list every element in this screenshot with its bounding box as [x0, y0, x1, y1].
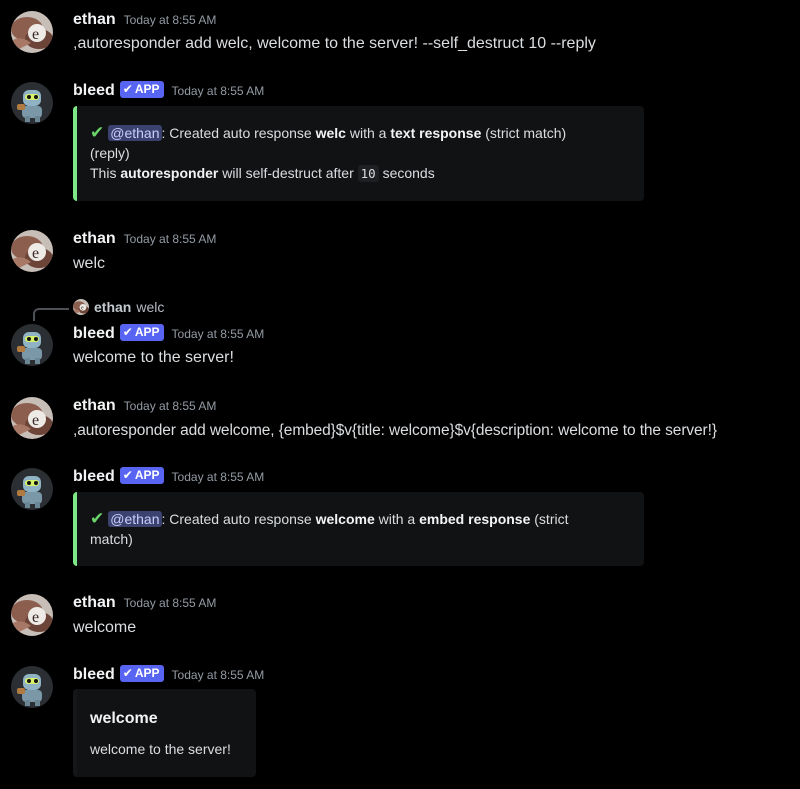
- message-header: bleed ✔ APP Today at 8:55 AM: [73, 81, 265, 100]
- message-header: ethan Today at 8:55 AM: [73, 594, 216, 612]
- inline-code: 10: [357, 165, 379, 182]
- timestamp: Today at 8:55 AM: [171, 84, 265, 98]
- username-ethan[interactable]: ethan: [73, 230, 116, 248]
- timestamp: Today at 8:55 AM: [123, 399, 217, 413]
- checkmark-icon: ✔: [90, 509, 105, 528]
- embed: ✔ @ethan: Created auto response welcome w…: [73, 492, 644, 566]
- message-text: ,autoresponder add welc, welcome to the …: [73, 35, 596, 52]
- verified-check-icon: ✔: [122, 82, 133, 96]
- username-bleed[interactable]: bleed: [73, 666, 115, 684]
- username-ethan[interactable]: ethan: [73, 11, 116, 29]
- avatar-ethan[interactable]: [11, 11, 53, 53]
- timestamp: Today at 8:55 AM: [123, 596, 217, 610]
- embed-description: welcome to the server!: [90, 741, 231, 757]
- message-text: welcome to the server!: [73, 349, 234, 366]
- avatar-ethan[interactable]: [11, 230, 53, 272]
- embed: ✔ @ethan: Created auto response welc with…: [73, 106, 644, 201]
- avatar-bleed[interactable]: [11, 324, 53, 366]
- message-header: bleed ✔ APP Today at 8:55 AM: [73, 324, 265, 343]
- verified-check-icon: ✔: [122, 468, 133, 482]
- message-header: ethan Today at 8:55 AM: [73, 11, 216, 29]
- embed-title: welcome: [90, 710, 158, 727]
- username-bleed[interactable]: bleed: [73, 325, 115, 343]
- app-badge: ✔ APP: [119, 665, 164, 682]
- avatar-ethan[interactable]: [11, 397, 53, 439]
- checkmark-icon: ✔: [90, 123, 105, 142]
- verified-check-icon: ✔: [122, 325, 133, 339]
- timestamp: Today at 8:55 AM: [123, 232, 217, 246]
- app-badge: ✔ APP: [119, 467, 164, 484]
- message-header: ethan Today at 8:55 AM: [73, 230, 216, 248]
- app-badge: ✔ APP: [119, 324, 164, 341]
- message-text: ,autoresponder add welcome, {embed}$v{ti…: [73, 422, 717, 439]
- user-mention[interactable]: @ethan: [108, 125, 162, 141]
- username-bleed[interactable]: bleed: [73, 468, 115, 486]
- reply-author: ethan: [94, 299, 132, 315]
- timestamp: Today at 8:55 AM: [171, 470, 265, 484]
- verified-check-icon: ✔: [122, 666, 133, 680]
- username-ethan[interactable]: ethan: [73, 594, 116, 612]
- avatar-bleed[interactable]: [11, 468, 53, 510]
- username-bleed[interactable]: bleed: [73, 82, 115, 100]
- reply-reference[interactable]: ethan welc: [73, 299, 164, 315]
- avatar-bleed[interactable]: [11, 82, 53, 124]
- timestamp: Today at 8:55 AM: [171, 327, 265, 341]
- username-ethan[interactable]: ethan: [73, 397, 116, 415]
- user-mention[interactable]: @ethan: [108, 511, 162, 527]
- reply-connector: [33, 308, 69, 321]
- message-text: welcome: [73, 619, 137, 636]
- embed: welcome welcome to the server!: [73, 689, 256, 777]
- message-header: bleed ✔ APP Today at 8:55 AM: [73, 665, 265, 684]
- message-header: bleed ✔ APP Today at 8:55 AM: [73, 467, 265, 486]
- avatar-bleed[interactable]: [11, 666, 53, 708]
- message-header: ethan Today at 8:55 AM: [73, 397, 216, 415]
- reply-avatar: [73, 299, 89, 315]
- message-text: welc: [73, 255, 106, 272]
- reply-text: welc: [136, 299, 165, 315]
- avatar-ethan[interactable]: [11, 594, 53, 636]
- timestamp: Today at 8:55 AM: [171, 668, 265, 682]
- timestamp: Today at 8:55 AM: [123, 13, 217, 27]
- app-badge: ✔ APP: [119, 81, 164, 98]
